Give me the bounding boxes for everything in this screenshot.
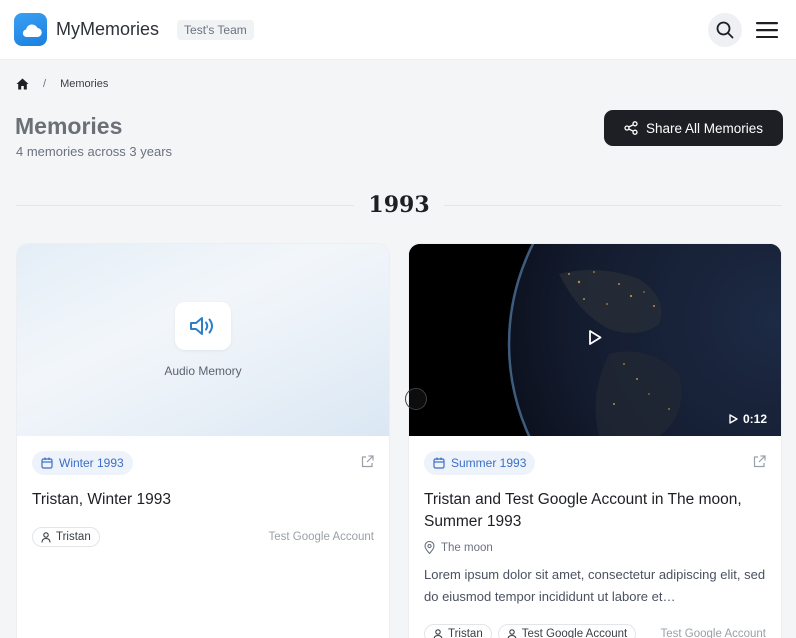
memory-card[interactable]: 0:12 Summer 1993 Tristan and Test Google… xyxy=(408,243,782,638)
user-icon xyxy=(507,628,517,638)
duration-label: 0:12 xyxy=(742,412,767,426)
person-tag[interactable]: Test Google Account xyxy=(497,624,637,638)
external-link-icon[interactable] xyxy=(361,455,374,473)
calendar-icon xyxy=(41,457,53,469)
audio-label: Audio Memory xyxy=(164,364,242,378)
tag-row: Tristan Test Google Account Test Google … xyxy=(424,624,766,638)
app-header: MyMemories Test's Team xyxy=(0,0,796,60)
breadcrumb-separator: / xyxy=(43,78,47,90)
date-label: Winter 1993 xyxy=(59,456,124,470)
speaker-icon xyxy=(190,317,213,335)
year-label: 1993 xyxy=(368,192,430,218)
breadcrumb: / Memories xyxy=(16,78,108,90)
tag-row: Tristan Test Google Account xyxy=(32,527,374,547)
external-link-icon[interactable] xyxy=(753,455,766,473)
hamburger-menu-icon xyxy=(756,21,778,38)
person-tag[interactable]: Tristan xyxy=(424,624,492,638)
tag-label: Test Google Account xyxy=(521,628,628,638)
card-title[interactable]: Tristan, Winter 1993 xyxy=(32,489,374,511)
audio-icon-box xyxy=(175,302,231,350)
team-badge[interactable]: Test's Team xyxy=(177,19,254,40)
share-all-button[interactable]: Share All Memories xyxy=(604,110,783,146)
brand-name[interactable]: MyMemories xyxy=(56,19,159,40)
date-chip: Summer 1993 xyxy=(424,451,536,475)
map-pin-icon xyxy=(424,541,435,554)
memory-card[interactable]: Audio Memory Winter 1993 Tristan, Winter… xyxy=(16,243,390,638)
location-label: The moon xyxy=(441,541,493,554)
home-icon[interactable] xyxy=(16,78,29,90)
share-all-label: Share All Memories xyxy=(645,120,764,136)
cloud-icon[interactable] xyxy=(14,13,47,46)
video-media[interactable]: 0:12 xyxy=(409,244,781,436)
owner-label: Test Google Account xyxy=(268,531,374,543)
date-chip: Winter 1993 xyxy=(32,451,133,475)
audio-media[interactable]: Audio Memory xyxy=(17,244,389,436)
share-icon xyxy=(624,121,638,135)
date-label: Summer 1993 xyxy=(451,456,527,470)
search-icon xyxy=(716,21,734,38)
page-title: Memories xyxy=(15,113,123,139)
card-title[interactable]: Tristan and Test Google Account in The m… xyxy=(424,489,766,533)
user-icon xyxy=(433,628,443,638)
divider-line xyxy=(16,204,355,206)
video-duration: 0:12 xyxy=(729,412,767,426)
calendar-icon xyxy=(433,457,445,469)
page-subtitle: 4 memories across 3 years xyxy=(16,144,173,159)
play-button[interactable] xyxy=(588,330,602,351)
card-description: Lorem ipsum dolor sit amet, consectetur … xyxy=(424,567,766,604)
user-icon xyxy=(41,531,51,543)
play-icon xyxy=(589,330,602,345)
year-divider: 1993 xyxy=(16,190,783,220)
play-icon xyxy=(729,414,738,424)
divider-line xyxy=(443,204,783,206)
owner-label: Test Google Account xyxy=(660,628,766,638)
search-button[interactable] xyxy=(708,12,742,47)
tag-label: Tristan xyxy=(56,531,91,543)
breadcrumb-current: Memories xyxy=(60,78,109,90)
menu-button[interactable] xyxy=(752,15,782,45)
tag-label: Tristan xyxy=(448,628,483,638)
location: The moon xyxy=(424,541,766,554)
person-tag[interactable]: Tristan xyxy=(32,527,100,547)
